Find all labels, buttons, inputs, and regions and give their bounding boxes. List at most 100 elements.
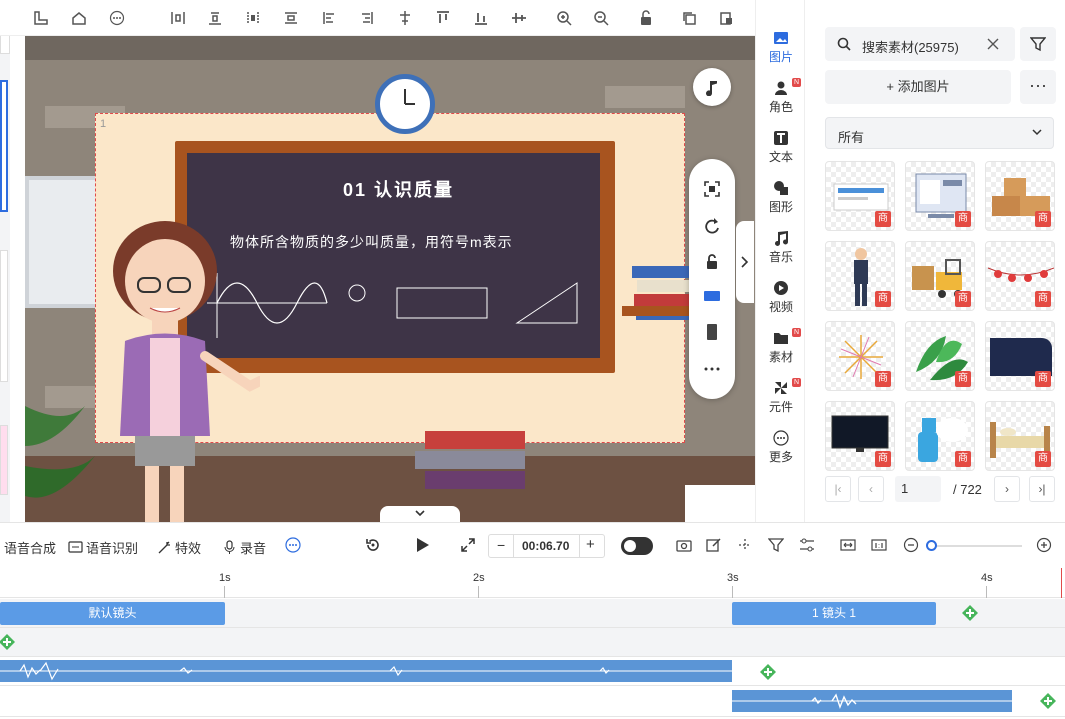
fit-width-icon[interactable] <box>840 537 856 553</box>
category-material[interactable]: N 素材 <box>756 328 806 365</box>
playhead[interactable] <box>1061 568 1062 598</box>
camera-icon[interactable] <box>676 537 692 553</box>
active-scene-thumbnail[interactable] <box>0 80 8 212</box>
zoom-in-icon[interactable] <box>1036 537 1052 553</box>
zoom-slider-handle[interactable] <box>926 540 937 551</box>
asset-thumb-web-banner[interactable]: 商 <box>825 161 895 231</box>
first-page-button[interactable]: |‹ <box>825 476 851 502</box>
replay-icon[interactable] <box>365 537 381 553</box>
copy-icon[interactable] <box>681 10 697 26</box>
fullscreen-icon[interactable] <box>460 537 476 553</box>
time-ruler[interactable]: 1s 2s 3s 4s <box>0 568 1065 598</box>
align-left-icon[interactable] <box>321 10 337 26</box>
align-vcenter-icon[interactable] <box>397 10 413 26</box>
lock-icon[interactable] <box>702 252 722 272</box>
asset-type-select[interactable]: 所有 <box>825 117 1054 149</box>
split-icon[interactable] <box>737 537 753 553</box>
clip-default-camera[interactable]: 默认镜头 <box>0 602 225 625</box>
fit-screen-icon[interactable] <box>702 179 722 199</box>
last-page-button[interactable]: ›| <box>1029 476 1055 502</box>
category-image[interactable]: 图片 <box>756 30 806 65</box>
scene-thumbnail[interactable] <box>0 425 8 495</box>
zoom-slider-track[interactable] <box>930 545 1022 547</box>
add-keyframe-icon[interactable] <box>962 605 978 621</box>
collapse-timeline-button[interactable] <box>380 506 460 522</box>
category-role[interactable]: N 角色 <box>756 78 806 115</box>
time-decrease-button[interactable]: − <box>497 537 505 553</box>
unlock-icon[interactable] <box>638 10 654 26</box>
paste-icon[interactable] <box>718 10 734 26</box>
category-component[interactable]: N 元件 <box>756 378 806 415</box>
screen-portrait-icon[interactable] <box>702 322 722 342</box>
category-music[interactable]: 音乐 <box>756 230 806 265</box>
audio-clip-waveform[interactable] <box>0 660 732 682</box>
asset-thumb-green-leaves[interactable]: 商 <box>905 321 975 391</box>
clock-prop[interactable] <box>375 74 435 134</box>
next-page-button[interactable]: › <box>994 476 1020 502</box>
asr-button[interactable]: 语音识别 <box>68 538 138 557</box>
distribute-h-icon[interactable] <box>283 10 299 26</box>
more-circle-icon[interactable] <box>109 10 125 26</box>
asset-thumb-spray-bottle[interactable]: 商 <box>905 401 975 471</box>
zoom-in-icon[interactable] <box>556 10 572 26</box>
clip-camera-1[interactable]: 1 镜头 1 <box>732 602 936 625</box>
current-time-value[interactable]: 00:06.70 <box>522 539 569 553</box>
current-time-control[interactable]: − 00:06.70 + <box>488 534 605 558</box>
page-number-input[interactable]: 1 <box>895 476 941 502</box>
zoom-out-icon[interactable] <box>593 10 609 26</box>
edit-icon[interactable] <box>706 537 722 553</box>
stage-canvas[interactable]: 1 01 认识质量 物体所含物质的多少叫质量，用符号m表示 <box>25 36 755 522</box>
add-keyframe-icon[interactable] <box>0 634 15 650</box>
more-options-button[interactable]: ··· <box>1020 70 1056 104</box>
zoom-out-icon[interactable] <box>903 537 919 553</box>
asset-thumb-dark-panel[interactable]: 商 <box>985 321 1055 391</box>
asset-thumb-cardboard-boxes[interactable]: 商 <box>985 161 1055 231</box>
asset-thumb-web-browser[interactable]: 商 <box>905 161 975 231</box>
screen-landscape-icon[interactable] <box>702 286 722 306</box>
board-title[interactable]: 01 认识质量 <box>343 176 454 202</box>
add-keyframe-icon[interactable] <box>760 664 776 680</box>
rotate-icon[interactable] <box>702 216 722 236</box>
settings-sliders-icon[interactable] <box>799 537 815 553</box>
prev-page-button[interactable]: ‹ <box>858 476 884 502</box>
search-box[interactable]: 搜索素材(25975) <box>825 27 1015 61</box>
more-circle-icon[interactable] <box>285 537 301 553</box>
align-bottom-icon[interactable] <box>473 10 489 26</box>
align-center-h-icon[interactable] <box>207 10 223 26</box>
filter-funnel-icon[interactable] <box>768 537 784 553</box>
mini-preview[interactable] <box>685 485 755 522</box>
time-increase-button[interactable]: + <box>586 536 595 553</box>
add-keyframe-icon[interactable] <box>1040 693 1056 709</box>
actual-size-icon[interactable] <box>871 537 887 553</box>
music-toggle-button[interactable] <box>693 68 731 106</box>
teacher-character[interactable] <box>110 216 260 522</box>
clear-search-icon[interactable] <box>987 38 999 50</box>
align-right-icon[interactable] <box>359 10 375 26</box>
home-icon[interactable] <box>71 10 87 26</box>
asset-thumb-businessman[interactable]: 商 <box>825 241 895 311</box>
expand-panel-button[interactable] <box>736 221 754 303</box>
asset-thumb-lantern-string[interactable]: 商 <box>985 241 1055 311</box>
tts-button[interactable]: 语音合成 <box>4 538 56 557</box>
loop-toggle[interactable] <box>621 537 653 555</box>
asset-thumb-forklift[interactable]: 商 <box>905 241 975 311</box>
category-video[interactable]: 视频 <box>756 280 806 315</box>
category-shape[interactable]: 图形 <box>756 180 806 215</box>
board-subtitle[interactable]: 物体所含物质的多少叫质量，用符号m表示 <box>230 232 513 252</box>
play-icon[interactable] <box>414 537 430 553</box>
align-top-icon[interactable] <box>435 10 451 26</box>
scene-thumbnail[interactable] <box>0 250 8 382</box>
asset-thumb-bed[interactable]: 商 <box>985 401 1055 471</box>
audio-clip-waveform[interactable] <box>732 690 1012 712</box>
asset-thumb-fireworks[interactable]: 商 <box>825 321 895 391</box>
category-text[interactable]: 文本 <box>756 130 806 165</box>
books-pile-prop[interactable] <box>405 421 545 501</box>
record-button[interactable]: 录音 <box>222 538 266 557</box>
align-right-edge-icon[interactable] <box>245 10 261 26</box>
more-dots-icon[interactable] <box>702 359 722 379</box>
align-left-edge-icon[interactable] <box>170 10 186 26</box>
add-image-button[interactable]: + 添加图片 <box>825 70 1011 104</box>
asset-thumb-tv-screen[interactable]: 商 <box>825 401 895 471</box>
plant-prop[interactable] <box>25 366 95 522</box>
effects-button[interactable]: 特效 <box>157 538 201 557</box>
